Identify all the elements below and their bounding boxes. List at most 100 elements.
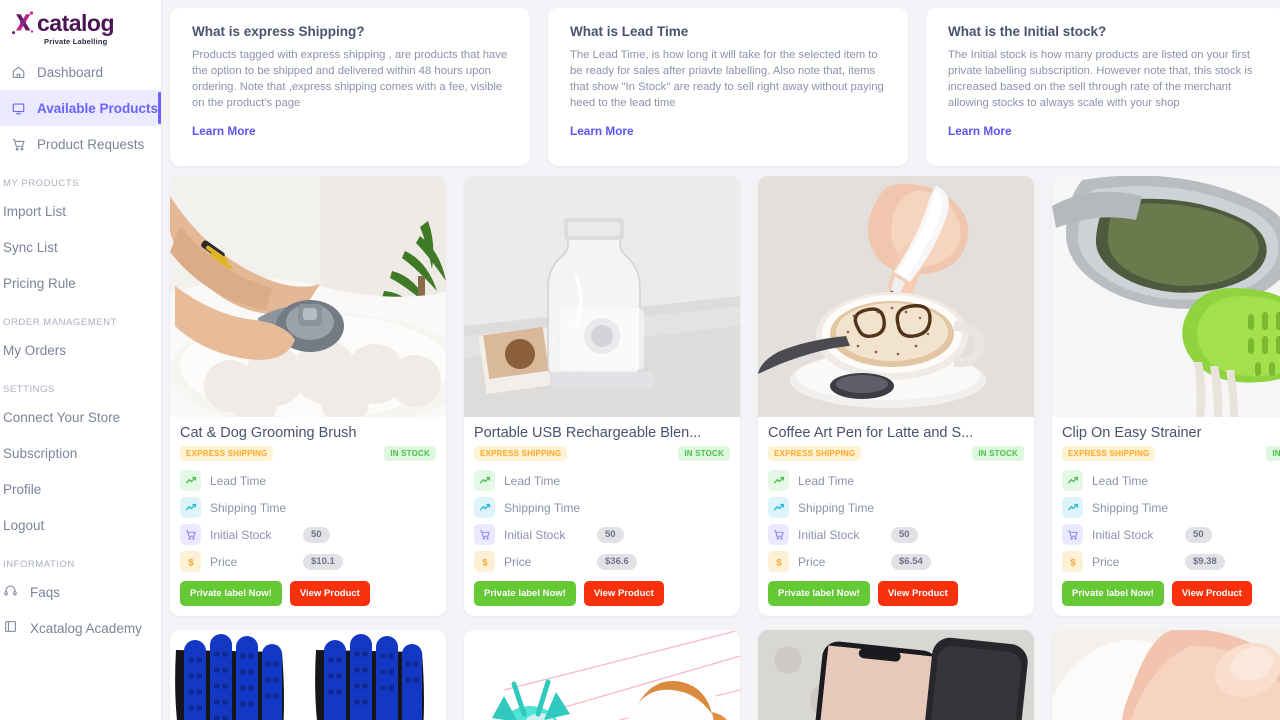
x-logo-icon — [10, 10, 36, 36]
sidebar-item-label: Dashboard — [37, 64, 104, 80]
attr-label: Lead Time — [1092, 473, 1149, 488]
product-card[interactable]: Cat & Dog Grooming Brush EXPRESS SHIPPIN… — [170, 176, 446, 616]
cart-icon — [768, 524, 789, 545]
product-card[interactable]: Portable USB Rechargeable Blen... EXPRES… — [464, 176, 740, 616]
express-shipping-badge: EXPRESS SHIPPING — [768, 446, 862, 461]
attr-shipping-time: Shipping Time — [474, 497, 730, 518]
product-card[interactable] — [1052, 630, 1280, 720]
learn-more-link[interactable]: Learn More — [192, 124, 256, 138]
status-badge: IN STOCK — [972, 446, 1024, 461]
product-title: Portable USB Rechargeable Blen... — [474, 425, 702, 441]
view-product-button[interactable]: View Product — [1171, 581, 1252, 606]
app-root: catalog Private Labelling Dashboard Avai… — [0, 0, 1280, 720]
svg-text:$: $ — [776, 556, 782, 567]
product-card[interactable] — [170, 630, 446, 720]
sidebar-section-information: INFORMATION — [3, 559, 75, 570]
info-cards-row: What is express Shipping? Products tagge… — [162, 0, 1280, 176]
sidebar-item-label: Product Requests — [37, 136, 145, 152]
main-content: What is express Shipping? Products tagge… — [162, 0, 1280, 720]
info-card-initial-stock: What is the Initial stock? The Initial s… — [926, 8, 1280, 166]
initial-stock-value: 50 — [1185, 526, 1212, 543]
sidebar-item-label: Import List — [3, 203, 67, 219]
brand-logo[interactable]: catalog Private Labelling — [0, 0, 161, 54]
svg-text:$: $ — [1070, 556, 1076, 567]
sidebar-item-label: My Orders — [3, 342, 67, 358]
product-grid: Cat & Dog Grooming Brush EXPRESS SHIPPIN… — [162, 176, 1280, 720]
sidebar-item-available-products[interactable]: Available Products — [0, 90, 161, 126]
product-card[interactable]: Clip On Easy Strainer EXPRESS SHIPPING I… — [1052, 176, 1280, 616]
product-card[interactable] — [758, 630, 1034, 720]
sidebar-item-xcatalog-academy[interactable]: Xcatalog Academy — [0, 610, 161, 646]
svg-text:$: $ — [482, 556, 488, 567]
product-grid-row: Cat & Dog Grooming Brush EXPRESS SHIPPIN… — [170, 176, 1280, 616]
info-card-title: What is the Initial stock? — [948, 24, 1107, 39]
attr-label: Price — [504, 554, 532, 569]
sidebar-item-pricing-rule[interactable]: Pricing Rule — [0, 265, 161, 301]
product-title: Cat & Dog Grooming Brush — [180, 425, 357, 441]
sidebar-item-logout[interactable]: Logout — [0, 507, 161, 543]
hand-product-photo[interactable] — [1052, 630, 1280, 720]
sidebar-item-label: Pricing Rule — [3, 275, 76, 291]
brand-name: catalog — [37, 9, 115, 36]
sidebar-section-order-management: ORDER MANAGEMENT — [3, 317, 117, 328]
attr-shipping-time: Shipping Time — [180, 497, 436, 518]
attr-label: Initial Stock — [504, 527, 566, 542]
attr-lead-time: Lead Time — [180, 470, 436, 491]
price-value: $10.1 — [303, 553, 343, 570]
cart-icon — [10, 136, 26, 152]
sidebar-item-label: Profile — [3, 481, 42, 497]
sidebar-item-profile[interactable]: Profile — [0, 471, 161, 507]
private-label-button[interactable]: Private label Now! — [1062, 581, 1164, 606]
info-card-title: What is express Shipping? — [192, 24, 365, 39]
usb-blender-bottle-photo[interactable] — [464, 176, 740, 417]
attr-shipping-time: Shipping Time — [768, 497, 1024, 518]
view-product-button[interactable]: View Product — [289, 581, 370, 606]
cart-icon — [180, 524, 201, 545]
sidebar-item-product-requests[interactable]: Product Requests — [0, 126, 161, 162]
attr-label: Lead Time — [798, 473, 855, 488]
private-label-button[interactable]: Private label Now! — [180, 581, 282, 606]
clip-on-strainer-photo[interactable] — [1052, 176, 1280, 417]
phone-battery-case-photo[interactable] — [758, 630, 1034, 720]
info-card-body: Products tagged with express shipping , … — [192, 49, 508, 110]
view-product-button[interactable]: View Product — [877, 581, 958, 606]
cart-icon — [1062, 524, 1083, 545]
attr-label: Price — [1092, 554, 1120, 569]
attr-label: Lead Time — [210, 473, 267, 488]
sidebar-item-label: Faqs — [30, 584, 61, 600]
sidebar-item-connect-your-store[interactable]: Connect Your Store — [0, 399, 161, 435]
learn-more-link[interactable]: Learn More — [570, 124, 634, 138]
dollar-icon: $ — [180, 551, 201, 572]
private-label-button[interactable]: Private label Now! — [474, 581, 576, 606]
sidebar-item-import-list[interactable]: Import List — [0, 193, 161, 229]
coffee-art-pen-photo[interactable] — [758, 176, 1034, 417]
sidebar-item-subscription[interactable]: Subscription — [0, 435, 161, 471]
pet-grooming-glove-photo[interactable] — [170, 630, 446, 720]
product-card[interactable]: Coffee Art Pen for Latte and S... EXPRES… — [758, 176, 1034, 616]
learn-more-link[interactable]: Learn More — [948, 124, 1012, 138]
sidebar-item-sync-list[interactable]: Sync List — [0, 229, 161, 265]
trend-up-icon — [474, 470, 495, 491]
sidebar-section-settings: SETTINGS — [3, 384, 55, 395]
sidebar-item-label: Available Products — [37, 100, 159, 116]
monitor-icon — [10, 100, 26, 116]
cat-laser-toy-photo[interactable] — [464, 630, 740, 720]
price-value: $6.54 — [891, 553, 931, 570]
status-badge: IN STOCK — [1266, 446, 1280, 461]
sidebar: catalog Private Labelling Dashboard Avai… — [0, 0, 162, 720]
private-label-button[interactable]: Private label Now! — [768, 581, 870, 606]
dog-grooming-brush-photo[interactable] — [170, 176, 446, 417]
view-product-button[interactable]: View Product — [583, 581, 664, 606]
sidebar-item-label: Subscription — [3, 445, 78, 461]
sidebar-item-label: Logout — [3, 517, 45, 533]
attr-initial-stock: Initial Stock 50 — [474, 524, 730, 545]
sidebar-item-dashboard[interactable]: Dashboard — [0, 54, 161, 90]
sidebar-item-my-orders[interactable]: My Orders — [0, 332, 161, 368]
trend-up-icon — [768, 470, 789, 491]
attr-lead-time: Lead Time — [1062, 470, 1280, 491]
product-card[interactable] — [464, 630, 740, 720]
attr-lead-time: Lead Time — [768, 470, 1024, 491]
sidebar-item-faqs[interactable]: Faqs — [0, 574, 161, 610]
trend-up-icon — [1062, 497, 1083, 518]
info-card-body: The Lead Time, is how long it will take … — [570, 49, 884, 110]
